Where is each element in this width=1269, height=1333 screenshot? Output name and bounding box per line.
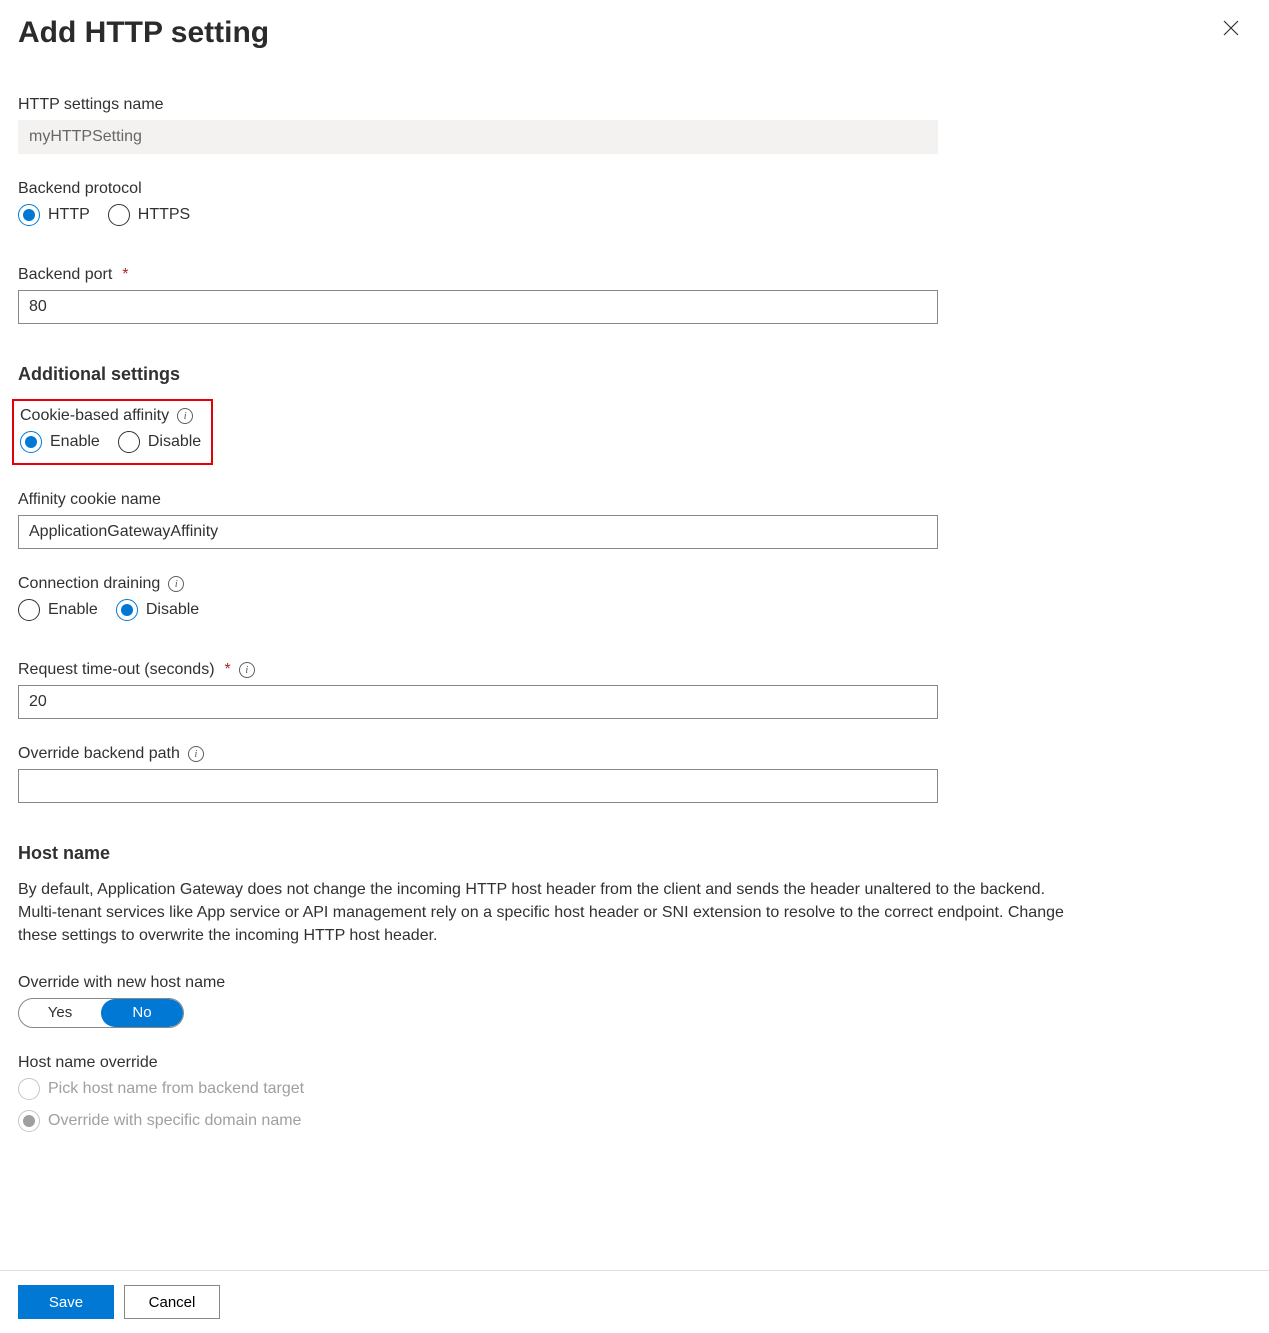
override-new-host-label: Override with new host name bbox=[18, 974, 1149, 992]
required-asterisk: * bbox=[122, 266, 128, 284]
cancel-button[interactable]: Cancel bbox=[124, 1285, 220, 1319]
page-title: Add HTTP setting bbox=[18, 16, 269, 50]
radio-label: HTTP bbox=[48, 206, 90, 224]
cookie-affinity-label: Cookie-based affinity i bbox=[20, 407, 201, 425]
label-text: Override backend path bbox=[18, 745, 180, 763]
connection-draining-disable-radio[interactable]: Disable bbox=[116, 599, 199, 621]
host-override-pick-backend-radio: Pick host name from backend target bbox=[18, 1078, 1149, 1100]
override-new-host-yes[interactable]: Yes bbox=[19, 999, 101, 1027]
info-icon[interactable]: i bbox=[188, 746, 204, 762]
label-text: Backend port bbox=[18, 266, 112, 284]
additional-settings-heading: Additional settings bbox=[18, 364, 1149, 385]
backend-port-label: Backend port * bbox=[18, 266, 1149, 284]
radio-label: Disable bbox=[148, 433, 201, 451]
close-icon bbox=[1223, 20, 1239, 36]
info-icon[interactable]: i bbox=[168, 576, 184, 592]
radio-icon bbox=[118, 431, 140, 453]
host-name-description: By default, Application Gateway does not… bbox=[18, 878, 1088, 948]
save-button[interactable]: Save bbox=[18, 1285, 114, 1319]
radio-icon bbox=[18, 1078, 40, 1100]
backend-protocol-label: Backend protocol bbox=[18, 180, 1149, 198]
cookie-affinity-disable-radio[interactable]: Disable bbox=[118, 431, 201, 453]
radio-icon bbox=[108, 204, 130, 226]
host-name-override-label: Host name override bbox=[18, 1054, 1149, 1072]
override-new-host-toggle[interactable]: Yes No bbox=[18, 998, 184, 1028]
close-button[interactable] bbox=[1217, 14, 1245, 42]
radio-label: Disable bbox=[146, 601, 199, 619]
info-icon[interactable]: i bbox=[239, 662, 255, 678]
radio-icon bbox=[18, 599, 40, 621]
backend-protocol-http-radio[interactable]: HTTP bbox=[18, 204, 90, 226]
form-scroll-area[interactable]: HTTP settings name Backend protocol HTTP… bbox=[0, 50, 1269, 1270]
radio-label: Override with specific domain name bbox=[48, 1112, 301, 1130]
backend-port-input[interactable] bbox=[18, 290, 938, 324]
label-text: Cookie-based affinity bbox=[20, 407, 169, 425]
cookie-affinity-enable-radio[interactable]: Enable bbox=[20, 431, 100, 453]
radio-icon bbox=[18, 1110, 40, 1132]
required-asterisk: * bbox=[225, 661, 231, 679]
label-text: Request time-out (seconds) bbox=[18, 661, 215, 679]
http-settings-name-input[interactable] bbox=[18, 120, 938, 154]
cookie-affinity-highlight: Cookie-based affinity i Enable Disable bbox=[12, 399, 213, 465]
footer-bar: Save Cancel bbox=[0, 1270, 1269, 1333]
host-name-heading: Host name bbox=[18, 843, 1149, 864]
override-new-host-no[interactable]: No bbox=[101, 999, 183, 1027]
radio-label: HTTPS bbox=[138, 206, 190, 224]
radio-icon bbox=[18, 204, 40, 226]
affinity-cookie-name-label: Affinity cookie name bbox=[18, 491, 1149, 509]
radio-label: Enable bbox=[50, 433, 100, 451]
backend-protocol-https-radio[interactable]: HTTPS bbox=[108, 204, 190, 226]
radio-label: Enable bbox=[48, 601, 98, 619]
host-override-specific-domain-radio: Override with specific domain name bbox=[18, 1110, 1149, 1132]
radio-label: Pick host name from backend target bbox=[48, 1080, 304, 1098]
info-icon[interactable]: i bbox=[177, 408, 193, 424]
affinity-cookie-name-input[interactable] bbox=[18, 515, 938, 549]
connection-draining-label: Connection draining i bbox=[18, 575, 1149, 593]
connection-draining-enable-radio[interactable]: Enable bbox=[18, 599, 98, 621]
request-timeout-label: Request time-out (seconds) * i bbox=[18, 661, 1149, 679]
request-timeout-input[interactable] bbox=[18, 685, 938, 719]
override-backend-path-input[interactable] bbox=[18, 769, 938, 803]
radio-icon bbox=[116, 599, 138, 621]
label-text: Connection draining bbox=[18, 575, 160, 593]
radio-icon bbox=[20, 431, 42, 453]
http-settings-name-label: HTTP settings name bbox=[18, 96, 1149, 114]
override-backend-path-label: Override backend path i bbox=[18, 745, 1149, 763]
